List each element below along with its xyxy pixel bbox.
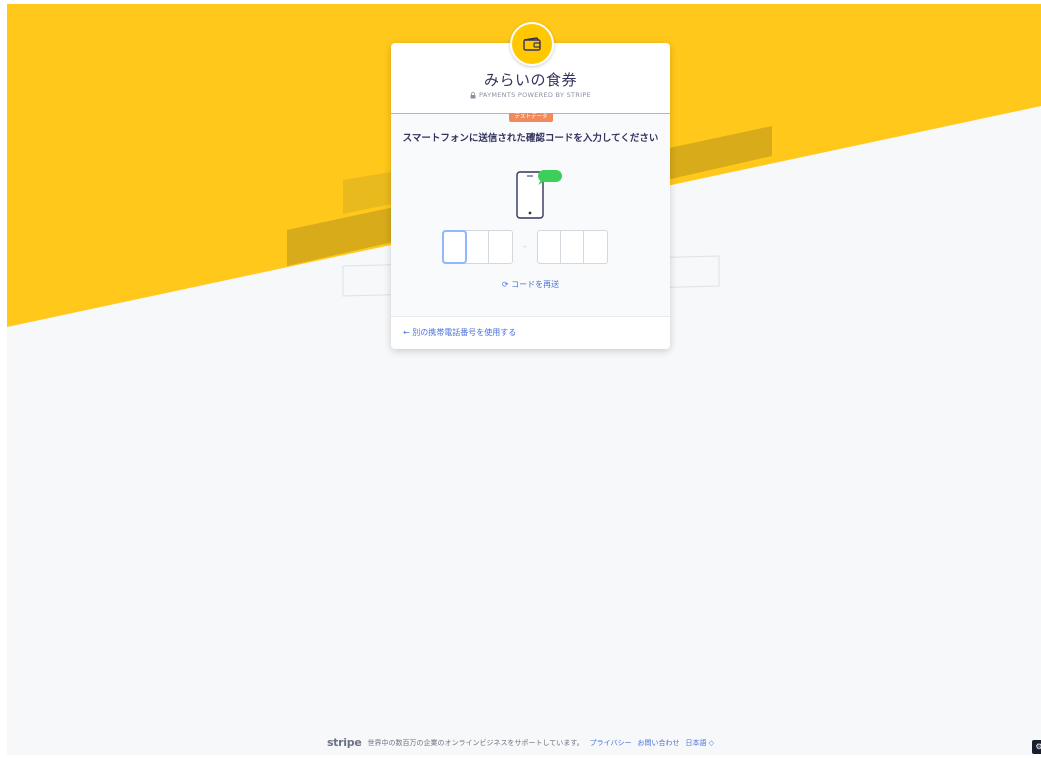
code-digit-4[interactable] (538, 231, 561, 263)
code-digit-3[interactable] (489, 231, 512, 263)
refresh-icon: ⟳ (501, 280, 509, 289)
phone-icon (516, 170, 562, 219)
verification-body: スマートフォンに送信された確認コードを入力してください – ⟳ コードを再送 (391, 114, 670, 316)
contact-link[interactable]: お問い合わせ (637, 738, 679, 748)
language-selector[interactable]: 日本語 ◇ (685, 738, 714, 748)
code-digit-6[interactable] (584, 231, 607, 263)
page-footer: stripe 世界中の数百万の企業のオンラインビジネスをサポートしています。 プ… (0, 736, 1041, 749)
resend-code-label: コードを再送 (511, 280, 560, 289)
page-background: みらいの食券 PAYMENTS POWERED BY STRIPE スマートフォ… (7, 4, 1041, 755)
merchant-name: みらいの食券 (483, 71, 577, 89)
code-group-second (537, 230, 608, 264)
privacy-link[interactable]: プライバシー (590, 738, 632, 748)
merchant-logo (510, 22, 554, 66)
phone-illustration (514, 170, 564, 226)
settings-icon[interactable]: ⚙ (1032, 740, 1041, 754)
code-input-row: – (442, 230, 608, 264)
resend-code-link[interactable]: ⟳ コードを再送 (391, 279, 670, 290)
lock-icon (470, 91, 476, 98)
stripe-logo[interactable]: stripe (327, 736, 362, 749)
code-digit-2[interactable] (466, 231, 489, 263)
use-other-phone-link[interactable]: ← 別の携帯電話番号を使用する (391, 316, 670, 349)
code-digit-1[interactable] (442, 230, 467, 264)
code-digit-5[interactable] (561, 231, 584, 263)
wallet-icon (523, 37, 541, 51)
powered-by-text: PAYMENTS POWERED BY STRIPE (479, 91, 591, 99)
code-group-first (442, 230, 513, 264)
code-separator: – (522, 242, 528, 252)
checkout-card: みらいの食券 PAYMENTS POWERED BY STRIPE スマートフォ… (391, 22, 670, 349)
verification-instruction: スマートフォンに送信された確認コードを入力してください (402, 133, 659, 144)
footer-tagline: 世界中の数百万の企業のオンラインビジネスをサポートしています。 (367, 738, 584, 747)
test-mode-badge: テストデータ (509, 113, 553, 122)
powered-by: PAYMENTS POWERED BY STRIPE (391, 91, 670, 99)
